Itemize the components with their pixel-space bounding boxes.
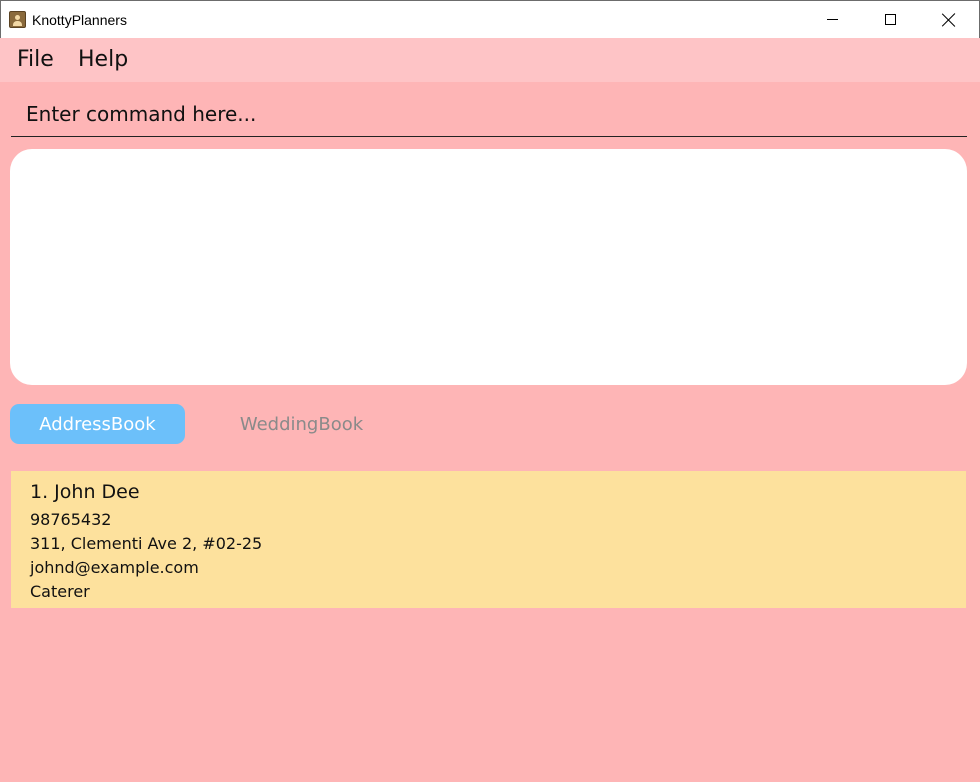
contact-email: johnd@example.com bbox=[30, 558, 199, 577]
close-button[interactable] bbox=[926, 1, 972, 38]
maximize-icon bbox=[884, 14, 896, 25]
menu-help[interactable]: Help bbox=[78, 47, 128, 72]
contact-tag: Caterer bbox=[30, 582, 90, 601]
menu-bar: File Help bbox=[0, 38, 980, 82]
address-book-app-icon bbox=[9, 11, 26, 28]
minimize-button[interactable] bbox=[809, 1, 855, 38]
title-bar: KnottyPlanners bbox=[0, 0, 980, 38]
tab-addressbook[interactable]: AddressBook bbox=[10, 404, 185, 444]
window-title: KnottyPlanners bbox=[32, 12, 127, 28]
contact-address: 311, Clementi Ave 2, #02-25 bbox=[30, 534, 263, 553]
close-icon bbox=[942, 13, 956, 27]
contact-name: 1. John Dee bbox=[30, 481, 140, 503]
tab-weddingbook[interactable]: WeddingBook bbox=[214, 404, 389, 444]
command-input[interactable] bbox=[11, 92, 967, 136]
menu-file[interactable]: File bbox=[17, 47, 54, 72]
result-display bbox=[10, 149, 967, 385]
maximize-button[interactable] bbox=[867, 1, 913, 38]
contact-phone: 98765432 bbox=[30, 510, 112, 529]
command-box bbox=[11, 92, 967, 137]
minimize-icon bbox=[826, 19, 838, 20]
contact-card[interactable]: 1. John Dee 98765432 311, Clementi Ave 2… bbox=[11, 471, 966, 608]
